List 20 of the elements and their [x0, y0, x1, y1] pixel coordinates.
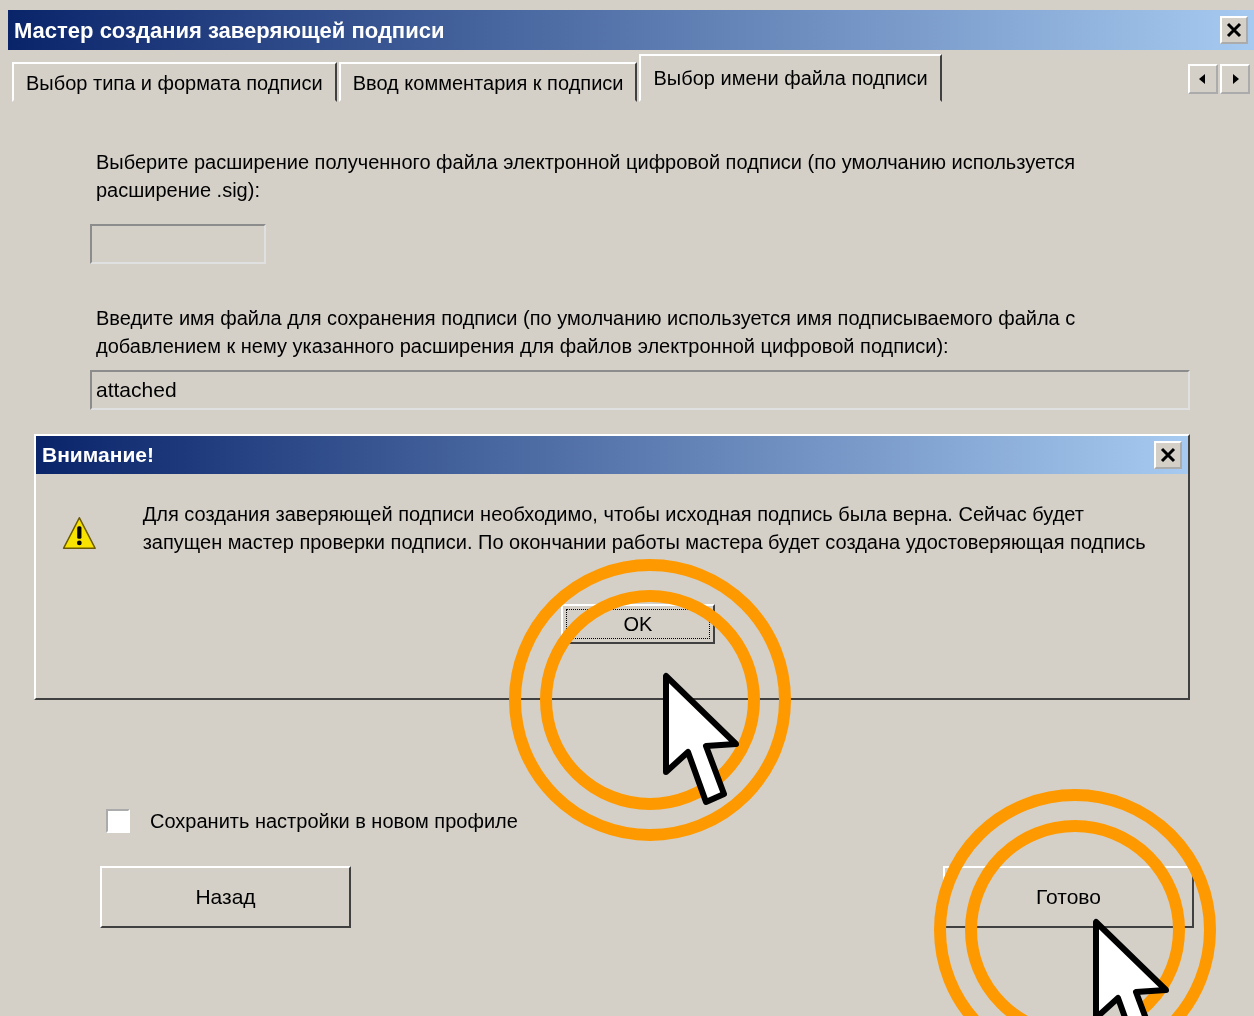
tab[interactable]: Ввод комментария к подписи	[338, 62, 638, 102]
extension-field[interactable]	[90, 224, 266, 264]
close-icon	[1226, 22, 1242, 38]
filename-field[interactable]: attached	[90, 370, 1190, 410]
field-label: Введите имя файла для сохранения подписи (по умолчанию используется имя подписываемого файла с добавлением к нему указанного расширения для файлов электронной цифровой подписи):	[96, 306, 1077, 359]
scroll-button[interactable]	[1220, 64, 1250, 94]
alert-title: Внимание!	[42, 442, 154, 469]
cursor-icon	[1092, 918, 1172, 1016]
close-button[interactable]	[1154, 441, 1182, 469]
tab[interactable]: Выбор типа и формата подписи	[12, 62, 337, 102]
checkbox-label: Сохранить настройки в новом профиле	[150, 809, 518, 834]
close-icon	[1160, 447, 1176, 463]
field-label: Выберите расширение полученного файла электронной цифровой подписи (по умолчанию используется расширение .sig):	[96, 150, 1077, 203]
alert-message: Для создания заверяющей подписи необходимо, чтобы исходная подпись была верна. Сейчас будет запущен мастер проверки подписи. По окончании работы мастера будет создана удостоверяющая подпись	[141, 502, 1147, 555]
tab[interactable]: Выбор имени файла подписи	[639, 54, 942, 102]
back-button[interactable]: Назад	[100, 866, 351, 928]
save-profile-checkbox[interactable]	[106, 809, 130, 833]
close-button[interactable]	[1220, 16, 1248, 44]
scroll-button[interactable]	[1188, 64, 1218, 94]
window-title: Мастер создания заверяющей подписи	[14, 16, 445, 45]
